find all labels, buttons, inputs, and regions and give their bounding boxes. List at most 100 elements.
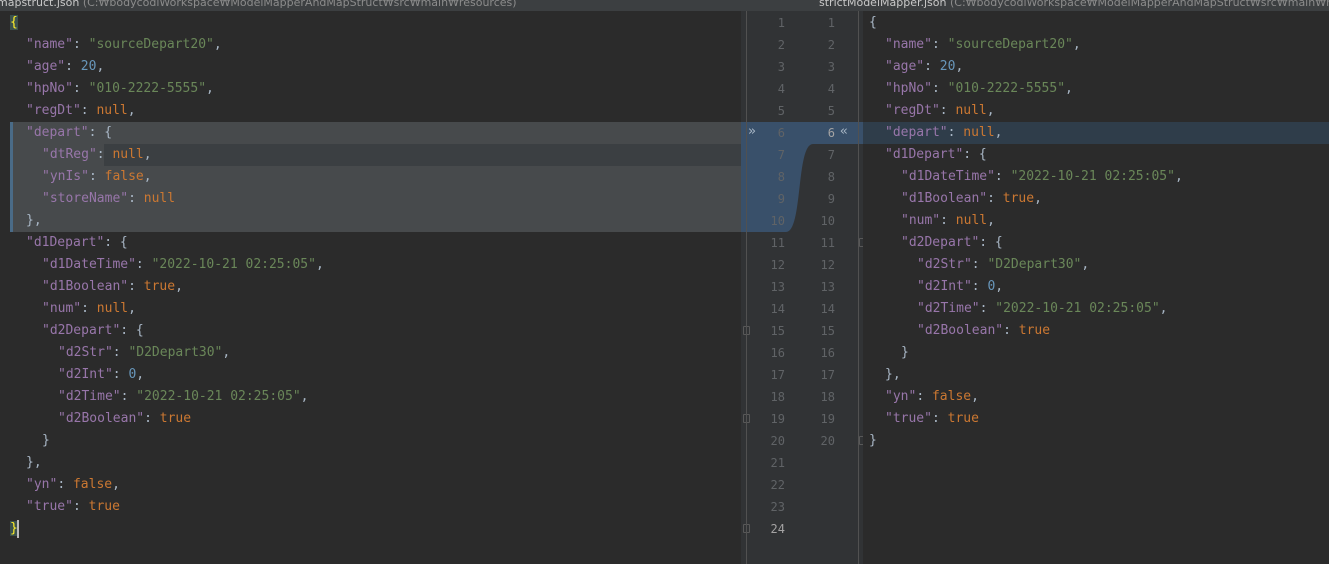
left-line-number: 20 (770, 434, 785, 448)
right-line-number: 14 (820, 302, 835, 316)
left-code-line[interactable]: "name": "sourceDepart20", (0, 34, 741, 56)
right-code-line[interactable]: "d1Boolean": true, (863, 188, 1329, 210)
left-code-line[interactable]: "regDt": null, (0, 100, 741, 122)
right-line-number: 8 (827, 170, 835, 184)
left-code-token: : (72, 37, 89, 52)
right-code-token: : { (979, 235, 1003, 250)
right-code-line[interactable]: "age": 20, (863, 56, 1329, 78)
left-code-line[interactable]: "hpNo": "010-2222-5555", (0, 78, 741, 100)
right-code-line[interactable]: "regDt": null, (863, 100, 1329, 122)
right-code-token: } (869, 433, 877, 448)
right-code-line[interactable]: } (863, 430, 1329, 452)
left-code-token: : (80, 103, 97, 118)
left-code-token: "d2Depart" (42, 323, 121, 338)
right-code-line[interactable]: "d1Depart": { (863, 144, 1329, 166)
left-editor[interactable]: {"name": "sourceDepart20", "age": 20, "hpN… (0, 11, 741, 564)
left-code-token: "D2Depart30" (128, 345, 223, 360)
left-code-line[interactable]: "ynIs": false, (0, 166, 741, 188)
left-code-token: }, (26, 213, 42, 228)
left-code-line[interactable]: "d2Int": 0, (0, 364, 741, 386)
left-code-line[interactable]: "true": true (0, 496, 741, 518)
right-line-number: 4 (827, 82, 835, 96)
left-code-line[interactable]: "dtReg": null, (0, 144, 741, 166)
right-code-token: , (1174, 169, 1183, 184)
left-code-token: , (315, 257, 324, 272)
right-code-line[interactable]: } (863, 342, 1329, 364)
right-file-path: (C:₩bodycodiWorkspace₩ModelMapperAndMapS… (949, 0, 1329, 9)
right-code-token: : (971, 279, 988, 294)
right-code-token: , (955, 59, 964, 74)
right-file-tab[interactable]: strictModelMapper.json (C:₩bodycodiWorks… (746, 0, 1329, 11)
right-line-number: 10 (820, 214, 835, 228)
left-code-line[interactable]: }, (0, 452, 741, 474)
right-line-number: 19 (820, 412, 835, 426)
right-code-line[interactable]: "d2Boolean": true (863, 320, 1329, 342)
right-line-number: 1 (827, 16, 835, 30)
left-code-token: : (128, 279, 144, 294)
left-code-token: , (136, 367, 145, 382)
right-code-token: 20 (939, 59, 956, 74)
left-line-number: 19 (770, 412, 785, 426)
right-code-token: "d2Depart" (901, 235, 980, 250)
right-code-token: , (994, 125, 1003, 140)
left-code-line[interactable]: "d2Depart": { (0, 320, 741, 342)
diff-connector (741, 122, 863, 232)
right-line-number: 17 (820, 368, 835, 382)
left-code-line[interactable]: "num": null, (0, 298, 741, 320)
left-code-line[interactable]: }, (0, 210, 741, 232)
right-code-line[interactable]: "yn": false, (863, 386, 1329, 408)
right-code-token: "d2Time" (917, 301, 980, 316)
left-code-line[interactable]: "d1Depart": { (0, 232, 741, 254)
left-line-number: 3 (777, 60, 785, 74)
left-code-token: : (112, 345, 129, 360)
left-code-line[interactable]: "d2Str": "D2Depart30", (0, 342, 741, 364)
right-code-line[interactable]: "depart": null, (863, 122, 1329, 144)
left-code-line[interactable]: "yn": false, (0, 474, 741, 496)
left-file-tab[interactable]: mapstruct.json (C:₩bodycodiWorkspace₩Mod… (0, 0, 746, 11)
right-line-number: 11 (820, 236, 835, 250)
left-code-token: null (96, 103, 128, 118)
left-code-token: "d2Str" (58, 345, 113, 360)
right-code-line[interactable]: "hpNo": "010-2222-5555", (863, 78, 1329, 100)
left-line-number: 7 (777, 148, 785, 162)
right-code-token: { (869, 15, 877, 30)
right-code-line[interactable]: "true": true (863, 408, 1329, 430)
left-code-line[interactable]: } (0, 430, 741, 452)
double-chevron-right-icon[interactable]: » (748, 121, 756, 143)
left-code-line[interactable]: "d2Boolean": true (0, 408, 741, 430)
left-code-line[interactable]: } (0, 518, 741, 540)
left-code-line[interactable]: "d2Time": "2022-10-21 02:25:05", (0, 386, 741, 408)
right-code-token: : (924, 59, 940, 74)
right-code-line[interactable]: "num": null, (863, 210, 1329, 232)
left-code-token: } (42, 433, 50, 448)
right-line-number: 5 (827, 104, 835, 118)
right-code-token: : (994, 169, 1011, 184)
left-line-number: 16 (770, 346, 785, 360)
right-code-line[interactable]: "d2Int": 0, (863, 276, 1329, 298)
right-code-token: , (971, 389, 979, 404)
left-code-line[interactable]: "d1DateTime": "2022-10-21 02:25:05", (0, 254, 741, 276)
left-code-token: 20 (80, 59, 97, 74)
right-code-token: "d2Int" (917, 279, 972, 294)
right-code-line[interactable]: "d1DateTime": "2022-10-21 02:25:05", (863, 166, 1329, 188)
left-code-token: "d2Boolean" (58, 411, 145, 426)
left-code-token: : (81, 301, 97, 316)
right-code-line[interactable]: "d2Time": "2022-10-21 02:25:05", (863, 298, 1329, 320)
left-code-line[interactable]: { (0, 12, 741, 34)
left-line-number: 9 (777, 192, 785, 206)
left-code-token: "name" (26, 37, 73, 52)
right-code-line[interactable]: "name": "sourceDepart20", (863, 34, 1329, 56)
right-code-line[interactable]: "d2Str": "D2Depart30", (863, 254, 1329, 276)
left-code-line[interactable]: "d1Boolean": true, (0, 276, 741, 298)
left-code-token: : (128, 191, 144, 206)
left-line-number: 23 (770, 500, 785, 514)
left-code-line[interactable]: "storeName": null (0, 188, 741, 210)
right-code-token: "yn" (885, 389, 917, 404)
left-code-line[interactable]: "depart": { (0, 122, 741, 144)
double-chevron-left-icon[interactable]: « (840, 121, 848, 143)
left-code-line[interactable]: "age": 20, (0, 56, 741, 78)
right-code-line[interactable]: { (863, 12, 1329, 34)
right-code-line[interactable]: }, (863, 364, 1329, 386)
right-editor[interactable]: { "name": "sourceDepart20", "age": 20, "hpN… (863, 11, 1329, 564)
right-code-line[interactable]: "d2Depart": { (863, 232, 1329, 254)
